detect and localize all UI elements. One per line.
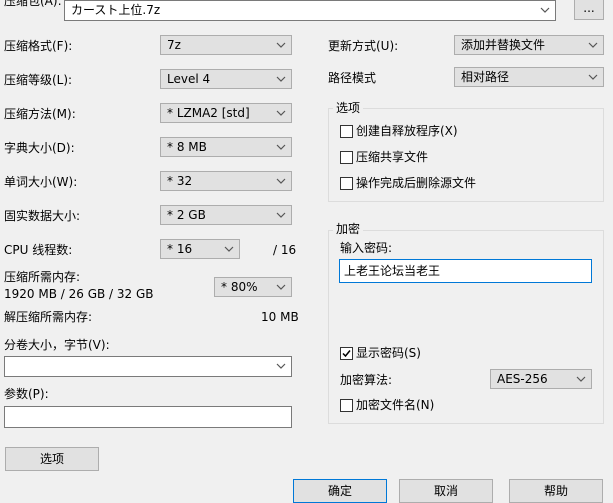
word-label: 单词大小(W): — [4, 175, 78, 189]
memory-value: * 80% — [221, 280, 258, 294]
threads-select[interactable]: * 16 — [160, 239, 240, 259]
split-label: 分卷大小，字节(V): — [4, 338, 110, 352]
chevron-down-icon — [276, 144, 286, 150]
chevron-down-icon — [588, 42, 598, 48]
archive-path-value: カースト上位.7z — [71, 3, 161, 17]
sfx-checkbox[interactable] — [340, 125, 353, 138]
browse-button[interactable]: ... — [574, 0, 604, 20]
format-value: 7z — [167, 38, 181, 52]
shared-label: 压缩共享文件 — [356, 150, 429, 164]
format-label: 压缩格式(F): — [4, 39, 73, 53]
chevron-down-icon — [224, 246, 234, 252]
update-mode-select[interactable]: 添加并替换文件 — [454, 35, 604, 55]
delete-after-checkbox[interactable] — [340, 177, 353, 190]
options-group-title: 选项 — [333, 101, 364, 115]
params-input[interactable] — [4, 406, 292, 428]
memory-select[interactable]: * 80% — [214, 277, 292, 297]
decomp-memory-value: 10 MB — [261, 310, 299, 324]
solid-select[interactable]: * 2 GB — [160, 205, 292, 225]
chevron-down-icon — [588, 74, 598, 80]
password-label: 输入密码: — [340, 241, 393, 255]
word-value: * 32 — [167, 174, 193, 188]
method-value: * LZMA2 [std] — [167, 106, 250, 120]
method-label: 压缩方法(M): — [4, 107, 76, 121]
chevron-down-icon — [276, 212, 286, 218]
help-button[interactable]: 帮助 — [509, 479, 603, 503]
level-value: Level 4 — [167, 72, 211, 86]
memory-label: 压缩所需内存: — [4, 270, 81, 284]
show-password-checkbox[interactable] — [340, 347, 353, 360]
encryption-group-title: 加密 — [333, 222, 364, 236]
word-select[interactable]: * 32 — [160, 171, 292, 191]
solid-value: * 2 GB — [167, 208, 206, 222]
chevron-down-icon — [276, 363, 286, 369]
encryption-method-select[interactable]: AES-256 — [490, 369, 592, 389]
threads-value: * 16 — [167, 242, 193, 256]
chevron-down-icon — [576, 376, 586, 382]
chevron-down-icon — [276, 284, 286, 290]
level-select[interactable]: Level 4 — [160, 69, 292, 89]
update-mode-label: 更新方式(U): — [328, 39, 399, 53]
sfx-label: 创建自释放程序(X) — [356, 124, 458, 138]
encrypt-names-label: 加密文件名(N) — [356, 398, 435, 412]
solid-label: 固实数据大小: — [4, 209, 81, 223]
ok-button[interactable]: 确定 — [293, 479, 387, 503]
split-combo[interactable] — [4, 356, 292, 377]
threads-max: / 16 — [273, 243, 297, 257]
encrypt-names-checkbox[interactable] — [340, 399, 353, 412]
shared-checkbox[interactable] — [340, 151, 353, 164]
update-mode-value: 添加并替换文件 — [461, 38, 546, 52]
chevron-down-icon — [276, 42, 286, 48]
path-mode-value: 相对路径 — [461, 70, 510, 84]
checkmark-icon — [342, 350, 351, 358]
method-select[interactable]: * LZMA2 [std] — [160, 103, 292, 123]
threads-label: CPU 线程数: — [4, 243, 73, 257]
chevron-down-icon — [276, 110, 286, 116]
chevron-down-icon — [540, 7, 550, 13]
show-password-label: 显示密码(S) — [356, 346, 421, 360]
path-mode-label: 路径模式 — [328, 71, 377, 85]
delete-after-label: 操作完成后删除源文件 — [356, 176, 477, 190]
archive-path-combo[interactable]: カースト上位.7z — [64, 0, 556, 21]
params-label: 参数(P): — [4, 387, 49, 401]
dict-select[interactable]: * 8 MB — [160, 137, 292, 157]
dict-label: 字典大小(D): — [4, 141, 75, 155]
encryption-method-label: 加密算法: — [340, 373, 393, 387]
path-mode-select[interactable]: 相对路径 — [454, 67, 604, 87]
options-button[interactable]: 选项 — [5, 447, 99, 471]
decomp-memory-label: 解压缩所需内存: — [4, 310, 93, 324]
chevron-down-icon — [276, 178, 286, 184]
memory-detail: 1920 MB / 26 GB / 32 GB — [4, 287, 154, 301]
level-label: 压缩等级(L): — [4, 73, 73, 87]
password-input[interactable]: 上老王论坛当老王 — [339, 259, 592, 283]
cancel-button[interactable]: 取消 — [399, 479, 493, 503]
encryption-method-value: AES-256 — [497, 372, 548, 386]
chevron-down-icon — [276, 76, 286, 82]
format-select[interactable]: 7z — [160, 35, 292, 55]
dict-value: * 8 MB — [167, 140, 207, 154]
archive-label: 压缩包(A): — [4, 0, 62, 8]
